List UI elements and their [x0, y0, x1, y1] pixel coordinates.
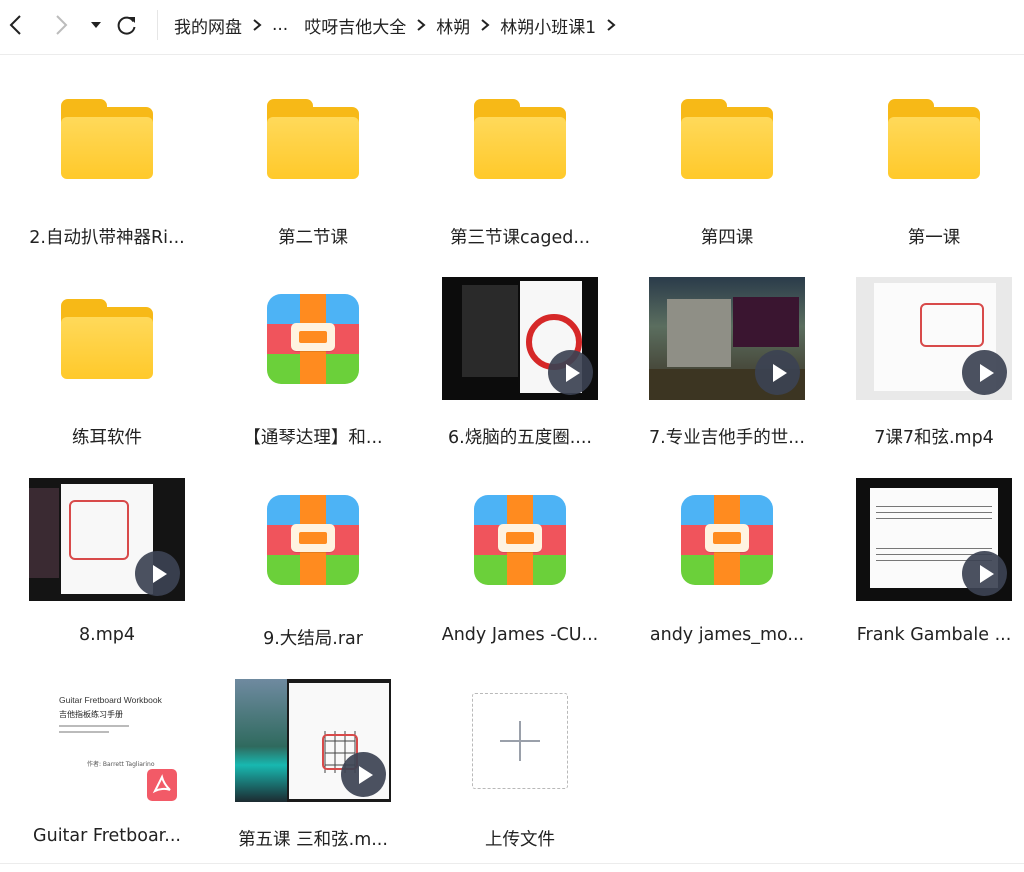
video-thumbnail	[442, 277, 598, 400]
file-item[interactable]: 练耳软件	[7, 276, 207, 466]
file-item[interactable]: Frank Gambale ...	[834, 477, 1024, 667]
file-name: andy james_mo...	[649, 625, 805, 645]
file-name: 7课7和弦.mp4	[874, 428, 994, 448]
breadcrumb-folder-guitar[interactable]: 哎呀吉他大全	[304, 13, 406, 38]
file-item[interactable]: 第一课	[834, 76, 1024, 266]
file-item[interactable]: 【通琴达理】和...	[213, 276, 413, 466]
history-dropdown-button[interactable]	[84, 12, 110, 38]
play-icon	[135, 551, 180, 596]
chevron-right-icon	[596, 15, 626, 35]
add-icon	[472, 692, 568, 789]
file-name: 9.大结局.rar	[263, 629, 363, 649]
chevron-left-icon	[9, 15, 21, 35]
folder-icon	[61, 98, 153, 179]
file-name: Guitar Fretboar...	[33, 826, 181, 846]
breadcrumb-folder-linshuo[interactable]: 林朔	[436, 13, 470, 38]
back-button[interactable]	[4, 12, 30, 38]
toolbar-divider	[157, 10, 158, 40]
upload-label: 上传文件	[485, 830, 555, 850]
file-name: 2.自动扒带神器Ri...	[29, 228, 185, 248]
file-name: 练耳软件	[72, 428, 142, 448]
file-name: 第二节课	[278, 228, 348, 248]
chevron-right-icon	[242, 15, 272, 35]
file-item[interactable]: 9.大结局.rar	[213, 477, 413, 667]
file-item[interactable]: 第三节课caged...	[420, 76, 620, 266]
play-icon	[962, 551, 1007, 596]
video-thumbnail	[29, 478, 185, 601]
file-item[interactable]: 第五课 三和弦.m...	[213, 678, 413, 868]
breadcrumb-current-folder[interactable]: 林朔小班课1	[500, 13, 596, 38]
file-name: 6.烧脑的五度圈....	[448, 428, 592, 448]
caret-down-icon	[91, 22, 101, 28]
file-item[interactable]: Guitar Fretboard Workbook 吉他指板练习手册 作者: B…	[7, 678, 207, 868]
folder-icon	[61, 298, 153, 379]
file-name: 【通琴达理】和...	[243, 428, 383, 448]
archive-icon	[681, 494, 773, 585]
file-name: Frank Gambale ...	[856, 625, 1012, 645]
file-item[interactable]: 8.mp4	[7, 477, 207, 667]
chevron-right-icon	[56, 15, 68, 35]
play-icon	[548, 350, 593, 395]
file-item[interactable]: 第四课	[627, 76, 827, 266]
video-thumbnail	[856, 478, 1012, 601]
video-thumbnail	[235, 679, 391, 802]
breadcrumb-my-drive[interactable]: 我的网盘	[174, 13, 242, 38]
upload-file-button[interactable]: 上传文件	[420, 678, 620, 868]
play-icon	[341, 752, 386, 797]
pdf-preview-author: 作者: Barrett Tagliarino	[87, 761, 155, 768]
pdf-icon	[147, 769, 177, 801]
file-item[interactable]: 6.烧脑的五度圈....	[420, 276, 620, 466]
archive-icon	[267, 494, 359, 585]
folder-icon	[888, 98, 980, 179]
file-item[interactable]: 7.专业吉他手的世...	[627, 276, 827, 466]
file-item[interactable]: 2.自动扒带神器Ri...	[7, 76, 207, 266]
archive-icon	[267, 293, 359, 384]
pdf-preview-subtitle: 吉他指板练习手册	[59, 710, 123, 719]
pdf-thumbnail: Guitar Fretboard Workbook 吉他指板练习手册 作者: B…	[29, 679, 185, 802]
file-item[interactable]: 第二节课	[213, 76, 413, 266]
navigation-bar: 我的网盘 ... 哎呀吉他大全 林朔 林朔小班课1	[0, 0, 1024, 55]
file-name: 第四课	[700, 228, 754, 248]
play-icon	[962, 350, 1007, 395]
video-thumbnail	[856, 277, 1012, 400]
breadcrumb: 我的网盘 ... 哎呀吉他大全 林朔 林朔小班课1	[174, 12, 626, 38]
archive-icon	[474, 494, 566, 585]
breadcrumb-collapsed[interactable]: ...	[272, 15, 288, 35]
refresh-icon	[117, 16, 136, 35]
file-item[interactable]: andy james_mo...	[627, 477, 827, 667]
file-name: 7.专业吉他手的世...	[649, 428, 805, 448]
folder-icon	[681, 98, 773, 179]
chevron-right-icon	[406, 15, 436, 35]
file-name: 第一课	[907, 228, 961, 248]
file-item[interactable]: 7课7和弦.mp4	[834, 276, 1024, 466]
file-item[interactable]: Andy James -CU...	[420, 477, 620, 667]
forward-button[interactable]	[48, 12, 74, 38]
file-name: 8.mp4	[79, 625, 135, 645]
folder-icon	[474, 98, 566, 179]
video-thumbnail	[649, 277, 805, 400]
chevron-right-icon	[470, 15, 500, 35]
file-name: 第三节课caged...	[449, 228, 591, 248]
bottom-divider	[0, 863, 1024, 864]
file-name: 第五课 三和弦.m...	[238, 830, 388, 850]
play-icon	[755, 350, 800, 395]
folder-icon	[267, 98, 359, 179]
refresh-button[interactable]	[114, 12, 140, 38]
pdf-preview-title: Guitar Fretboard Workbook	[59, 695, 162, 705]
file-name: Andy James -CU...	[441, 625, 599, 645]
